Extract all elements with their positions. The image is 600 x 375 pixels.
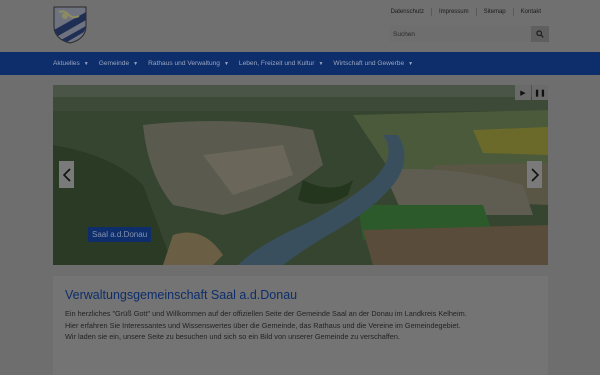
slider-prev-button[interactable] <box>59 161 74 188</box>
nav-item-label: Rathaus und Verwaltung <box>148 60 220 67</box>
chevron-down-icon: ▼ <box>408 60 414 67</box>
intro-line: Ein herzliches "Grüß Gott" und Willkomme… <box>65 309 467 318</box>
search-icon <box>536 30 544 38</box>
nav-item-aktuelles[interactable]: Aktuelles ▼ <box>53 60 89 67</box>
pause-icon[interactable]: ❚❚ <box>532 85 548 100</box>
link-impressum[interactable]: Impressum <box>430 8 476 16</box>
image-slider: ▶ ❚❚ Saal a.d.Donau <box>53 85 548 265</box>
nav-item-label: Wirtschaft und Gewerbe <box>333 60 405 67</box>
chevron-down-icon: ▼ <box>83 60 89 67</box>
nav-item-label: Leben, Freizeit und Kultur <box>238 60 315 67</box>
chevron-down-icon: ▼ <box>223 60 229 67</box>
intro-line: Hier erfahren Sie Interessantes und Wiss… <box>65 320 461 330</box>
search-box <box>389 26 549 42</box>
nav-item-label: Aktuelles <box>53 60 80 67</box>
chevron-down-icon: ▼ <box>133 60 139 67</box>
intro-section: Verwaltungsgemeinschaft Saal a.d.Donau E… <box>53 276 548 375</box>
main-navigation: Aktuelles ▼ Gemeinde ▼ Rathaus und Verwalt… <box>0 52 600 75</box>
search-button[interactable] <box>531 26 549 42</box>
link-sitemap[interactable]: Sitemap <box>475 8 513 16</box>
link-datenschutz[interactable]: Datenschutz <box>384 8 431 16</box>
search-input[interactable] <box>389 26 531 42</box>
slider-controls: ▶ ❚❚ <box>514 85 548 100</box>
nav-item-gemeinde[interactable]: Gemeinde ▼ <box>99 60 138 67</box>
link-kontakt[interactable]: Kontakt <box>512 8 548 16</box>
chevron-down-icon: ▼ <box>318 60 324 67</box>
chevron-right-icon <box>530 167 539 182</box>
intro-line: Wir laden sie ein, unsere Seite zu besuc… <box>65 332 400 341</box>
play-icon[interactable]: ▶ <box>515 85 531 100</box>
nav-item-wirtschaft[interactable]: Wirtschaft und Gewerbe ▼ <box>333 60 413 67</box>
intro-paragraph: Ein herzliches "Grüß Gott" und Willkomme… <box>65 308 536 343</box>
page-title: Verwaltungsgemeinschaft Saal a.d.Donau <box>65 288 298 302</box>
nav-item-rathaus[interactable]: Rathaus und Verwaltung ▼ <box>148 60 229 67</box>
nav-item-label: Gemeinde <box>98 60 130 67</box>
slider-next-button[interactable] <box>527 161 542 188</box>
slider-caption: Saal a.d.Donau <box>88 227 152 242</box>
site-header: Datenschutz Impressum Sitemap Kontakt <box>0 0 600 52</box>
top-links: Datenschutz Impressum Sitemap Kontakt <box>384 8 548 16</box>
coat-of-arms-icon[interactable] <box>53 6 87 44</box>
chevron-left-icon <box>62 167 71 182</box>
nav-item-leben[interactable]: Leben, Freizeit und Kultur ▼ <box>239 60 323 67</box>
